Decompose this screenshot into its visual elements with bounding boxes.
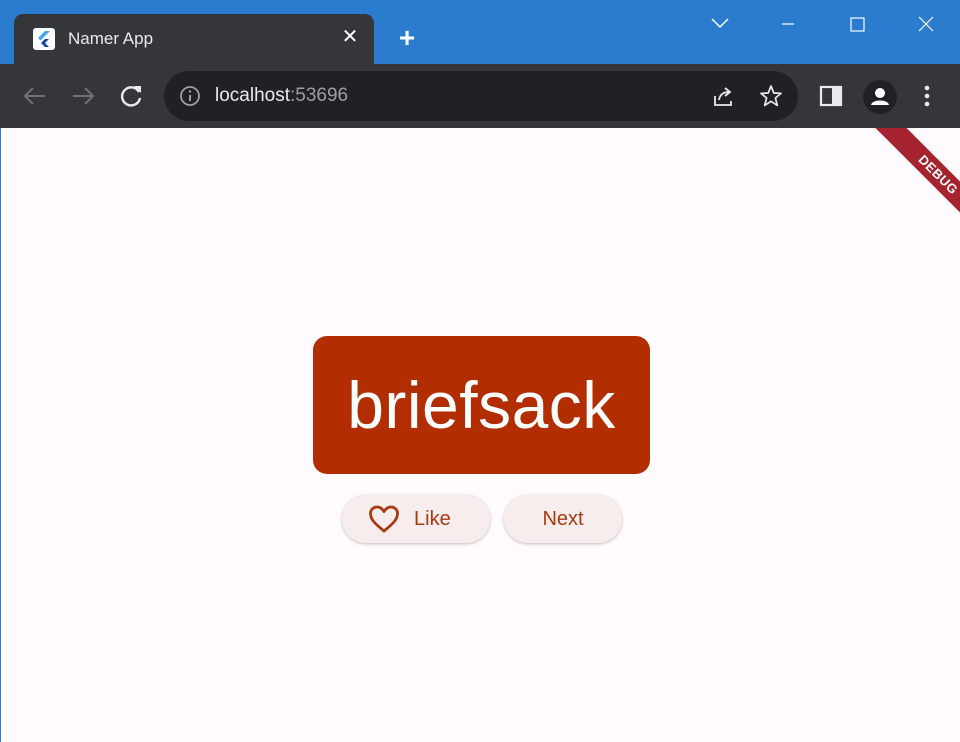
side-panel-icon[interactable]: [817, 82, 845, 110]
like-button-label: Like: [414, 507, 451, 530]
more-menu-icon[interactable]: [913, 82, 941, 110]
flutter-logo-icon: [33, 28, 55, 50]
tab-search-icon[interactable]: [700, 8, 740, 40]
word-pair-text: briefsack: [347, 368, 616, 442]
maximize-icon[interactable]: [837, 8, 877, 40]
back-icon[interactable]: [19, 80, 51, 112]
word-pair-card: briefsack: [313, 336, 650, 474]
share-icon[interactable]: [710, 84, 736, 110]
bookmark-star-icon[interactable]: [758, 83, 784, 109]
browser-tab[interactable]: Namer App ✕: [14, 14, 374, 66]
next-button[interactable]: Next: [504, 495, 622, 543]
reload-icon[interactable]: [115, 80, 147, 112]
url-port: :53696: [290, 85, 349, 106]
address-bar[interactable]: localhost:53696: [164, 71, 798, 121]
browser-toolbar: localhost:53696: [0, 64, 960, 128]
close-window-icon[interactable]: [906, 8, 946, 40]
site-info-icon[interactable]: [179, 85, 201, 107]
new-tab-button[interactable]: +: [392, 24, 422, 54]
heart-outline-icon: [369, 505, 399, 533]
like-button[interactable]: Like: [342, 495, 490, 543]
tab-title: Namer App: [68, 29, 154, 48]
next-button-label: Next: [542, 507, 584, 530]
window-titlebar: Namer App ✕ +: [0, 0, 960, 66]
forward-icon[interactable]: [67, 80, 99, 112]
url-host: localhost: [215, 85, 290, 106]
tab-close-icon[interactable]: ✕: [338, 25, 362, 49]
profile-avatar-icon[interactable]: [863, 80, 897, 114]
page-content: DEBUG briefsack Like Next: [1, 128, 960, 742]
url-text: localhost:53696: [215, 85, 348, 107]
minimize-icon[interactable]: [768, 8, 808, 40]
debug-banner: DEBUG: [870, 128, 960, 243]
